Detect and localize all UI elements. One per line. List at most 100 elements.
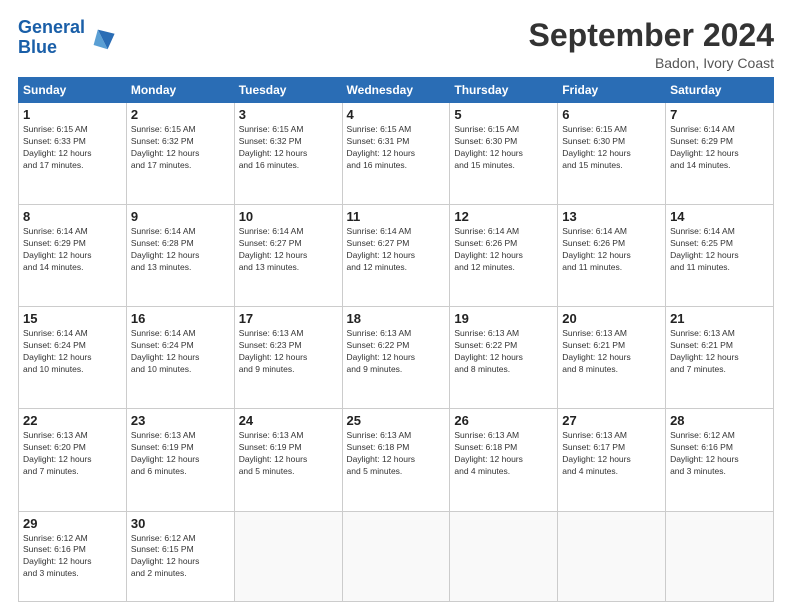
day-cell: 12 Sunrise: 6:14 AM Sunset: 6:26 PM Dayl…: [450, 205, 558, 307]
day-info: Sunrise: 6:13 AM Sunset: 6:21 PM Dayligh…: [670, 328, 739, 374]
day-number: 6: [562, 107, 661, 122]
day-number: 11: [347, 209, 446, 224]
day-number: 30: [131, 516, 230, 531]
day-cell: [558, 511, 666, 602]
day-number: 13: [562, 209, 661, 224]
day-cell: [234, 511, 342, 602]
header-cell-tuesday: Tuesday: [234, 78, 342, 103]
day-info: Sunrise: 6:14 AM Sunset: 6:27 PM Dayligh…: [347, 226, 416, 272]
calendar-table: SundayMondayTuesdayWednesdayThursdayFrid…: [18, 77, 774, 602]
header-cell-saturday: Saturday: [666, 78, 774, 103]
week-row-1: 1 Sunrise: 6:15 AM Sunset: 6:33 PM Dayli…: [19, 103, 774, 205]
day-number: 19: [454, 311, 553, 326]
day-info: Sunrise: 6:13 AM Sunset: 6:18 PM Dayligh…: [347, 430, 416, 476]
page: General Blue September 2024 Badon, Ivory…: [0, 0, 792, 612]
day-number: 18: [347, 311, 446, 326]
day-number: 28: [670, 413, 769, 428]
day-cell: 16 Sunrise: 6:14 AM Sunset: 6:24 PM Dayl…: [126, 307, 234, 409]
header-cell-friday: Friday: [558, 78, 666, 103]
week-row-3: 15 Sunrise: 6:14 AM Sunset: 6:24 PM Dayl…: [19, 307, 774, 409]
day-info: Sunrise: 6:14 AM Sunset: 6:29 PM Dayligh…: [670, 124, 739, 170]
day-cell: 27 Sunrise: 6:13 AM Sunset: 6:17 PM Dayl…: [558, 409, 666, 511]
day-cell: 22 Sunrise: 6:13 AM Sunset: 6:20 PM Dayl…: [19, 409, 127, 511]
day-cell: 9 Sunrise: 6:14 AM Sunset: 6:28 PM Dayli…: [126, 205, 234, 307]
day-number: 9: [131, 209, 230, 224]
title-block: September 2024 Badon, Ivory Coast: [529, 18, 774, 71]
day-info: Sunrise: 6:12 AM Sunset: 6:15 PM Dayligh…: [131, 533, 200, 579]
day-number: 3: [239, 107, 338, 122]
day-cell: 29 Sunrise: 6:12 AM Sunset: 6:16 PM Dayl…: [19, 511, 127, 602]
day-info: Sunrise: 6:14 AM Sunset: 6:25 PM Dayligh…: [670, 226, 739, 272]
day-cell: 21 Sunrise: 6:13 AM Sunset: 6:21 PM Dayl…: [666, 307, 774, 409]
calendar-title: September 2024: [529, 18, 774, 53]
day-number: 14: [670, 209, 769, 224]
day-number: 22: [23, 413, 122, 428]
day-info: Sunrise: 6:13 AM Sunset: 6:19 PM Dayligh…: [131, 430, 200, 476]
day-info: Sunrise: 6:14 AM Sunset: 6:26 PM Dayligh…: [562, 226, 631, 272]
header-cell-sunday: Sunday: [19, 78, 127, 103]
day-cell: 3 Sunrise: 6:15 AM Sunset: 6:32 PM Dayli…: [234, 103, 342, 205]
header-cell-thursday: Thursday: [450, 78, 558, 103]
day-info: Sunrise: 6:13 AM Sunset: 6:23 PM Dayligh…: [239, 328, 308, 374]
header-cell-wednesday: Wednesday: [342, 78, 450, 103]
day-info: Sunrise: 6:15 AM Sunset: 6:31 PM Dayligh…: [347, 124, 416, 170]
day-info: Sunrise: 6:15 AM Sunset: 6:30 PM Dayligh…: [562, 124, 631, 170]
day-info: Sunrise: 6:13 AM Sunset: 6:18 PM Dayligh…: [454, 430, 523, 476]
day-info: Sunrise: 6:13 AM Sunset: 6:22 PM Dayligh…: [454, 328, 523, 374]
day-number: 21: [670, 311, 769, 326]
day-info: Sunrise: 6:15 AM Sunset: 6:33 PM Dayligh…: [23, 124, 92, 170]
logo-icon: [88, 24, 116, 52]
day-cell: 10 Sunrise: 6:14 AM Sunset: 6:27 PM Dayl…: [234, 205, 342, 307]
day-number: 12: [454, 209, 553, 224]
day-cell: 7 Sunrise: 6:14 AM Sunset: 6:29 PM Dayli…: [666, 103, 774, 205]
day-number: 17: [239, 311, 338, 326]
day-info: Sunrise: 6:12 AM Sunset: 6:16 PM Dayligh…: [670, 430, 739, 476]
day-cell: 8 Sunrise: 6:14 AM Sunset: 6:29 PM Dayli…: [19, 205, 127, 307]
day-info: Sunrise: 6:14 AM Sunset: 6:27 PM Dayligh…: [239, 226, 308, 272]
day-number: 23: [131, 413, 230, 428]
day-cell: [342, 511, 450, 602]
day-cell: [666, 511, 774, 602]
day-cell: 26 Sunrise: 6:13 AM Sunset: 6:18 PM Dayl…: [450, 409, 558, 511]
day-cell: 13 Sunrise: 6:14 AM Sunset: 6:26 PM Dayl…: [558, 205, 666, 307]
day-cell: 11 Sunrise: 6:14 AM Sunset: 6:27 PM Dayl…: [342, 205, 450, 307]
day-info: Sunrise: 6:13 AM Sunset: 6:22 PM Dayligh…: [347, 328, 416, 374]
day-info: Sunrise: 6:15 AM Sunset: 6:30 PM Dayligh…: [454, 124, 523, 170]
day-cell: 23 Sunrise: 6:13 AM Sunset: 6:19 PM Dayl…: [126, 409, 234, 511]
day-cell: 18 Sunrise: 6:13 AM Sunset: 6:22 PM Dayl…: [342, 307, 450, 409]
day-cell: 17 Sunrise: 6:13 AM Sunset: 6:23 PM Dayl…: [234, 307, 342, 409]
day-number: 16: [131, 311, 230, 326]
day-cell: 6 Sunrise: 6:15 AM Sunset: 6:30 PM Dayli…: [558, 103, 666, 205]
day-info: Sunrise: 6:14 AM Sunset: 6:28 PM Dayligh…: [131, 226, 200, 272]
day-cell: 5 Sunrise: 6:15 AM Sunset: 6:30 PM Dayli…: [450, 103, 558, 205]
day-info: Sunrise: 6:14 AM Sunset: 6:24 PM Dayligh…: [131, 328, 200, 374]
day-number: 7: [670, 107, 769, 122]
week-row-2: 8 Sunrise: 6:14 AM Sunset: 6:29 PM Dayli…: [19, 205, 774, 307]
day-cell: 14 Sunrise: 6:14 AM Sunset: 6:25 PM Dayl…: [666, 205, 774, 307]
day-cell: 4 Sunrise: 6:15 AM Sunset: 6:31 PM Dayli…: [342, 103, 450, 205]
day-cell: 2 Sunrise: 6:15 AM Sunset: 6:32 PM Dayli…: [126, 103, 234, 205]
day-cell: 30 Sunrise: 6:12 AM Sunset: 6:15 PM Dayl…: [126, 511, 234, 602]
day-number: 24: [239, 413, 338, 428]
day-cell: 25 Sunrise: 6:13 AM Sunset: 6:18 PM Dayl…: [342, 409, 450, 511]
day-info: Sunrise: 6:14 AM Sunset: 6:24 PM Dayligh…: [23, 328, 92, 374]
header-cell-monday: Monday: [126, 78, 234, 103]
day-info: Sunrise: 6:13 AM Sunset: 6:20 PM Dayligh…: [23, 430, 92, 476]
day-info: Sunrise: 6:13 AM Sunset: 6:21 PM Dayligh…: [562, 328, 631, 374]
day-cell: 28 Sunrise: 6:12 AM Sunset: 6:16 PM Dayl…: [666, 409, 774, 511]
day-info: Sunrise: 6:13 AM Sunset: 6:17 PM Dayligh…: [562, 430, 631, 476]
header: General Blue September 2024 Badon, Ivory…: [18, 18, 774, 71]
day-cell: 20 Sunrise: 6:13 AM Sunset: 6:21 PM Dayl…: [558, 307, 666, 409]
week-row-5: 29 Sunrise: 6:12 AM Sunset: 6:16 PM Dayl…: [19, 511, 774, 602]
day-number: 20: [562, 311, 661, 326]
day-number: 8: [23, 209, 122, 224]
calendar-subtitle: Badon, Ivory Coast: [529, 55, 774, 71]
day-cell: 15 Sunrise: 6:14 AM Sunset: 6:24 PM Dayl…: [19, 307, 127, 409]
day-cell: 1 Sunrise: 6:15 AM Sunset: 6:33 PM Dayli…: [19, 103, 127, 205]
day-cell: [450, 511, 558, 602]
day-number: 2: [131, 107, 230, 122]
day-info: Sunrise: 6:12 AM Sunset: 6:16 PM Dayligh…: [23, 533, 92, 579]
day-info: Sunrise: 6:13 AM Sunset: 6:19 PM Dayligh…: [239, 430, 308, 476]
day-number: 27: [562, 413, 661, 428]
day-number: 26: [454, 413, 553, 428]
